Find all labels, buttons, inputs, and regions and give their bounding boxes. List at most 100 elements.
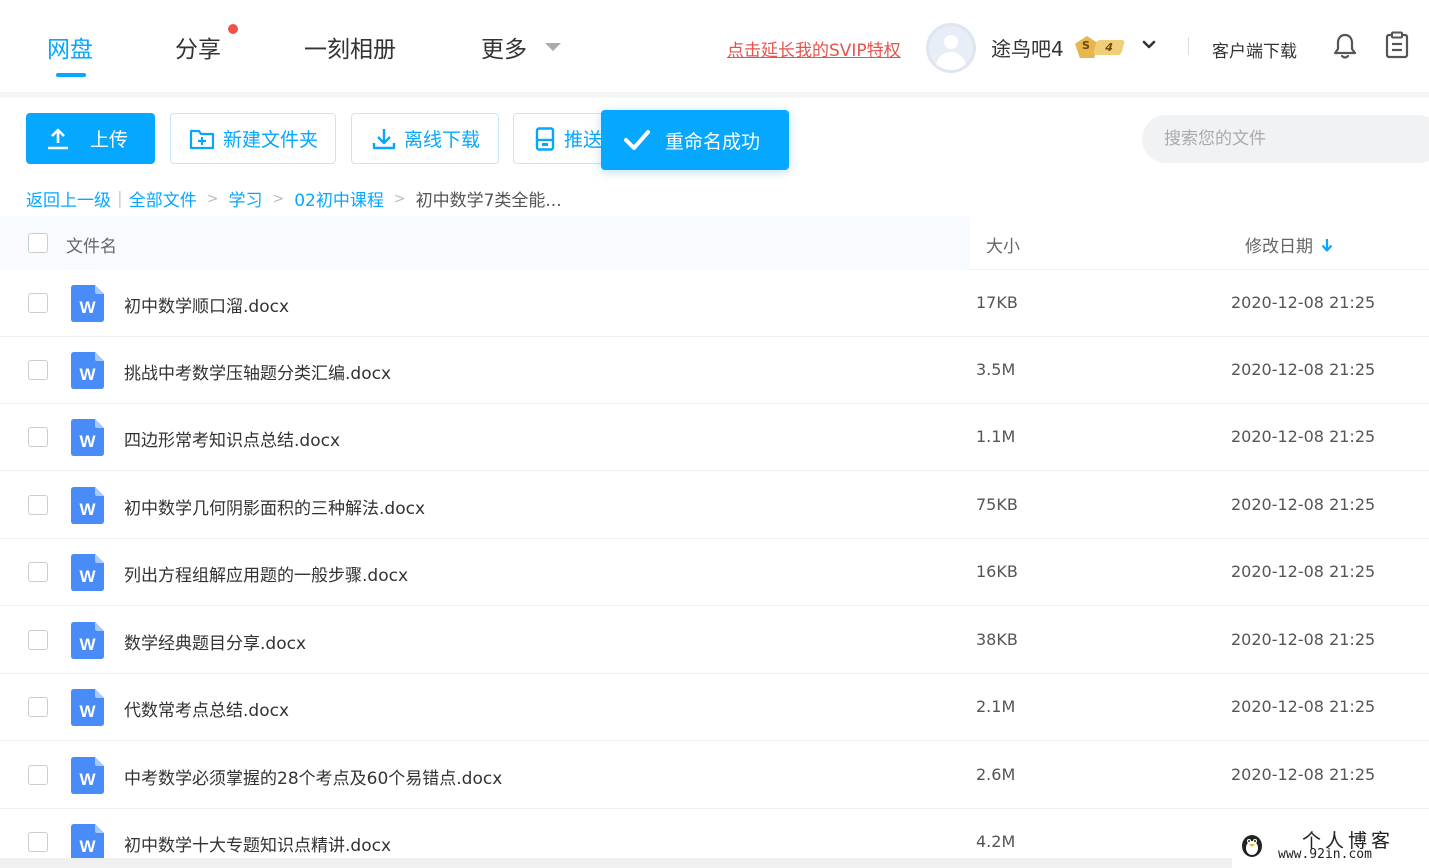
file-date: 2020-12-08 21:25 [1231, 765, 1376, 784]
table-row[interactable]: W 挑战中考数学压轴题分类汇编.docx 3.5M 2020-12-08 21:… [0, 337, 1429, 404]
file-date: 2020-12-08 21:25 [1231, 630, 1376, 649]
file-size: 75KB [976, 495, 1018, 514]
breadcrumb-current: 初中数学7类全能... [415, 191, 562, 211]
netdisk-page: 网盘 分享 一刻相册 更多 点击延长我的SVIP特权 途鸟吧4 S 4 客户端下… [0, 0, 1429, 868]
name-column-highlight [0, 216, 970, 270]
word-doc-icon: W [71, 352, 104, 389]
header-modified-date-label: 修改日期 [1245, 237, 1313, 257]
row-checkbox[interactable] [28, 832, 48, 852]
word-doc-icon: W [71, 285, 104, 322]
tab-share[interactable]: 分享 [175, 30, 221, 64]
table-row[interactable]: W 数学经典题目分享.docx 38KB 2020-12-08 21:25 [0, 607, 1429, 674]
watermark-url: www.92in.com [1278, 847, 1372, 862]
word-doc-icon: W [71, 554, 104, 591]
table-row[interactable]: W 四边形常考知识点总结.docx 1.1M 2020-12-08 21:25 [0, 404, 1429, 471]
word-doc-icon: W [71, 419, 104, 456]
file-name[interactable]: 挑战中考数学压轴题分类汇编.docx [124, 359, 391, 384]
tab-netdisk[interactable]: 网盘 [47, 30, 93, 64]
active-tab-indicator [56, 73, 86, 77]
breadcrumb-middle-school[interactable]: 02初中课程 [294, 186, 384, 211]
client-download-link[interactable]: 客户端下载 [1212, 37, 1297, 62]
row-checkbox[interactable] [28, 562, 48, 582]
push-button-label: 推送 [564, 129, 603, 151]
header-filename[interactable]: 文件名 [66, 232, 117, 257]
row-checkbox[interactable] [28, 697, 48, 717]
file-name[interactable]: 中考数学必须掌握的28个考点及60个易错点.docx [124, 764, 502, 789]
bell-icon[interactable] [1332, 32, 1358, 60]
file-table-header: 文件名 大小 修改日期 [0, 216, 1429, 270]
push-device-icon [535, 126, 555, 151]
offline-download-button-label: 离线下载 [404, 129, 481, 151]
table-row[interactable]: W 初中数学几何阴影面积的三种解法.docx 75KB 2020-12-08 2… [0, 472, 1429, 539]
new-folder-button-label: 新建文件夹 [223, 129, 319, 151]
svg-text:W: W [79, 837, 96, 856]
top-navbar: 网盘 分享 一刻相册 更多 点击延长我的SVIP特权 途鸟吧4 S 4 客户端下… [0, 0, 1429, 92]
breadcrumb-chevron-icon: > [206, 190, 219, 207]
word-doc-icon: W [71, 622, 104, 659]
row-checkbox[interactable] [28, 495, 48, 515]
new-folder-button[interactable]: 新建文件夹 [170, 113, 336, 164]
tab-moment-album[interactable]: 一刻相册 [304, 30, 396, 64]
file-name[interactable]: 四边形常考知识点总结.docx [124, 426, 340, 451]
file-size: 1.1M [976, 427, 1016, 446]
file-name[interactable]: 数学经典题目分享.docx [124, 629, 306, 654]
row-checkbox[interactable] [28, 293, 48, 313]
file-name[interactable]: 代数常考点总结.docx [124, 696, 289, 721]
horizontal-scrollbar[interactable] [0, 858, 1232, 868]
breadcrumb-all-files[interactable]: 全部文件 [129, 186, 197, 211]
breadcrumb-study[interactable]: 学习 [228, 186, 262, 211]
file-name[interactable]: 列出方程组解应用题的一般步骤.docx [124, 561, 408, 586]
table-row[interactable]: W 代数常考点总结.docx 2.1M 2020-12-08 21:25 [0, 674, 1429, 741]
row-checkbox[interactable] [28, 630, 48, 650]
file-name[interactable]: 初中数学十大专题知识点精讲.docx [124, 831, 391, 856]
offline-download-button[interactable]: 离线下载 [351, 113, 499, 164]
toast-message: 重命名成功 [665, 130, 761, 153]
svip-renew-link[interactable]: 点击延长我的SVIP特权 [727, 36, 901, 61]
header-modified-date[interactable]: 修改日期 [1245, 232, 1333, 257]
file-name[interactable]: 初中数学顺口溜.docx [124, 292, 289, 317]
file-date: 2020-12-08 21:25 [1231, 427, 1376, 446]
username[interactable]: 途鸟吧4 [991, 33, 1064, 62]
breadcrumb-chevron-icon: > [272, 190, 285, 207]
table-row[interactable]: W 列出方程组解应用题的一般步骤.docx 16KB 2020-12-08 21… [0, 539, 1429, 606]
select-all-checkbox[interactable] [28, 233, 48, 253]
more-caret-down-icon[interactable] [545, 43, 561, 51]
breadcrumb-pipe: | [117, 188, 123, 209]
breadcrumb-back[interactable]: 返回上一级 [26, 186, 111, 211]
file-size: 2.6M [976, 765, 1016, 784]
table-row[interactable]: W 中考数学必须掌握的28个考点及60个易错点.docx 2.6M 2020-1… [0, 742, 1429, 809]
svg-text:W: W [79, 567, 96, 586]
svg-text:W: W [79, 702, 96, 721]
svg-text:W: W [79, 298, 96, 317]
upload-button[interactable]: 上传 [26, 113, 155, 164]
new-folder-icon [189, 129, 215, 149]
word-doc-icon: W [71, 689, 104, 726]
word-doc-icon: W [71, 757, 104, 794]
user-menu-chevron-down-icon[interactable] [1142, 38, 1156, 52]
avatar[interactable] [926, 23, 976, 73]
search-input[interactable] [1142, 115, 1429, 163]
row-checkbox[interactable] [28, 360, 48, 380]
clipboard-icon[interactable] [1384, 31, 1410, 59]
row-checkbox[interactable] [28, 765, 48, 785]
word-doc-icon: W [71, 487, 104, 524]
rename-success-toast: 重命名成功 [601, 110, 789, 170]
file-size: 4.2M [976, 832, 1016, 851]
badge-level: 4 [1092, 40, 1126, 55]
svg-text:W: W [79, 770, 96, 789]
table-row[interactable]: W 初中数学顺口溜.docx 17KB 2020-12-08 21:25 [0, 270, 1429, 337]
share-notification-dot [228, 24, 238, 34]
file-date: 2020-12-08 21:25 [1231, 562, 1376, 581]
file-size: 3.5M [976, 360, 1016, 379]
svg-text:W: W [79, 500, 96, 519]
row-checkbox[interactable] [28, 427, 48, 447]
svg-text:W: W [79, 432, 96, 451]
file-date: 2020-12-08 21:25 [1231, 495, 1376, 514]
header-size[interactable]: 大小 [986, 232, 1020, 257]
file-name[interactable]: 初中数学几何阴影面积的三种解法.docx [124, 494, 425, 519]
upload-button-label: 上传 [90, 129, 129, 151]
check-icon [624, 130, 650, 150]
tab-more[interactable]: 更多 [481, 30, 527, 64]
file-size: 17KB [976, 293, 1018, 312]
badge-letter: S [1082, 39, 1090, 52]
